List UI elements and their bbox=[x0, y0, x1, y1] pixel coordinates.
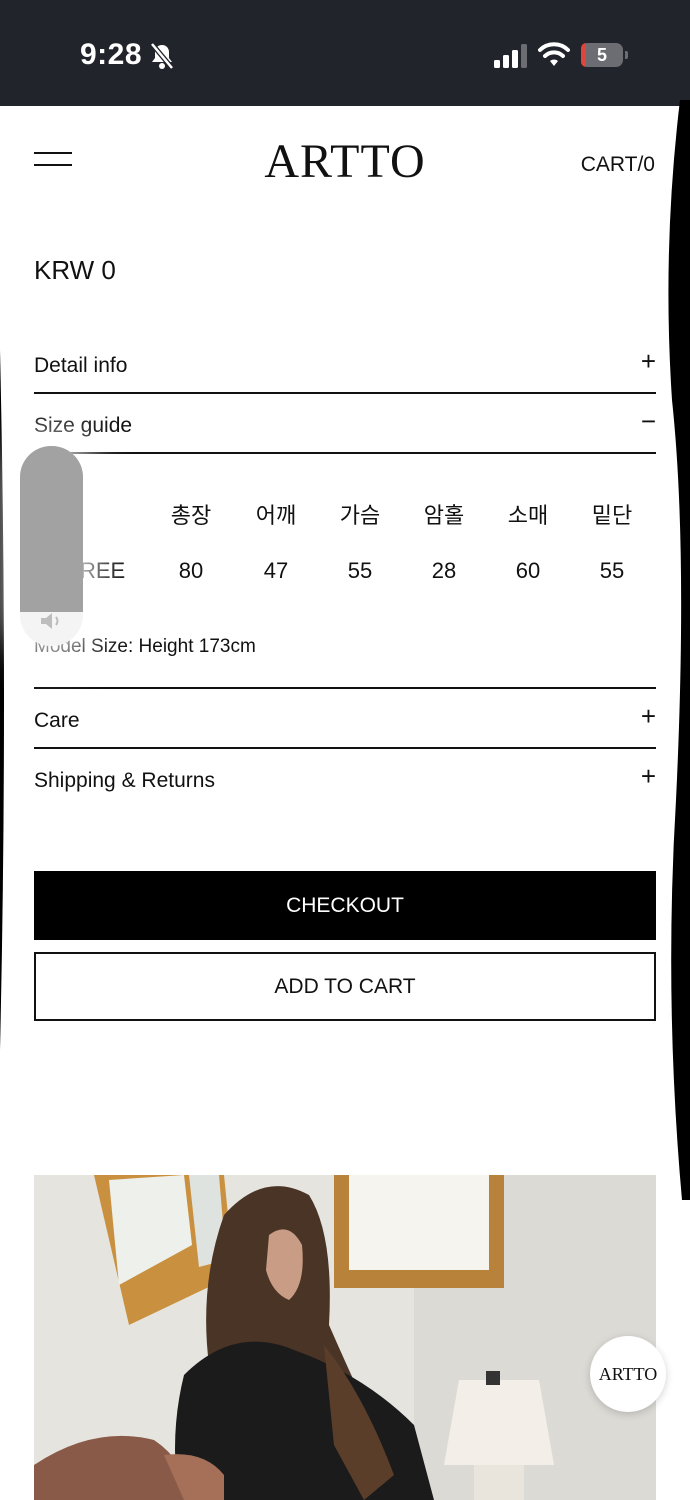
speaker-icon bbox=[41, 613, 59, 629]
collapse-minus-icon[interactable]: − bbox=[641, 408, 656, 434]
status-time: 9:28 bbox=[80, 38, 143, 71]
accordion-label: Detail info bbox=[34, 354, 128, 377]
expand-plus-icon[interactable]: + bbox=[641, 763, 656, 789]
volume-indicator bbox=[20, 446, 83, 646]
table-header: 어깨 bbox=[255, 503, 297, 528]
status-bar: 9:28 5 bbox=[0, 0, 690, 106]
cellular-signal-icon bbox=[494, 44, 527, 68]
battery-indicator: 5 bbox=[581, 43, 628, 67]
table-cell: 60 bbox=[515, 558, 541, 583]
size-row-label: REE bbox=[80, 558, 126, 583]
cart-link[interactable]: CART/0 bbox=[581, 153, 655, 177]
right-edge-decoration bbox=[668, 100, 690, 1200]
accordion-label: Care bbox=[34, 709, 80, 732]
table-header: 암홀 bbox=[423, 503, 465, 528]
left-edge-decoration bbox=[0, 350, 4, 1050]
table-header: 총장 bbox=[170, 503, 212, 528]
table-cell: 80 bbox=[178, 558, 204, 583]
product-price: KRW 0 bbox=[34, 255, 116, 285]
accordion-label: Shipping & Returns bbox=[34, 769, 215, 792]
table-header: 소매 bbox=[507, 503, 549, 528]
accordion-care[interactable]: Care + bbox=[34, 689, 656, 749]
table-cell: 47 bbox=[263, 558, 289, 583]
accordion-label: Size guide bbox=[34, 414, 133, 437]
table-cell: 55 bbox=[599, 558, 625, 583]
add-to-cart-button[interactable]: ADD TO CART bbox=[34, 952, 656, 1021]
volume-level-fill bbox=[20, 446, 83, 612]
table-cell: 28 bbox=[431, 558, 457, 583]
expand-plus-icon[interactable]: + bbox=[641, 703, 656, 729]
chat-button[interactable]: ARTTO bbox=[590, 1336, 666, 1412]
checkout-button[interactable]: CHECKOUT bbox=[34, 871, 656, 940]
table-header: 가슴 bbox=[339, 503, 381, 528]
expand-plus-icon[interactable]: + bbox=[641, 348, 656, 374]
table-cell: 55 bbox=[347, 558, 373, 583]
accordion-shipping-returns[interactable]: Shipping & Returns + bbox=[34, 749, 656, 809]
accordion-size-guide[interactable]: Size guide − bbox=[34, 394, 656, 454]
accordion-detail-info[interactable]: Detail info + bbox=[34, 334, 656, 394]
table-header: 밑단 bbox=[591, 503, 633, 528]
wifi-icon bbox=[538, 42, 570, 66]
product-model-photo bbox=[34, 1175, 656, 1500]
battery-level: 5 bbox=[596, 45, 607, 65]
bell-off-icon bbox=[150, 42, 174, 70]
